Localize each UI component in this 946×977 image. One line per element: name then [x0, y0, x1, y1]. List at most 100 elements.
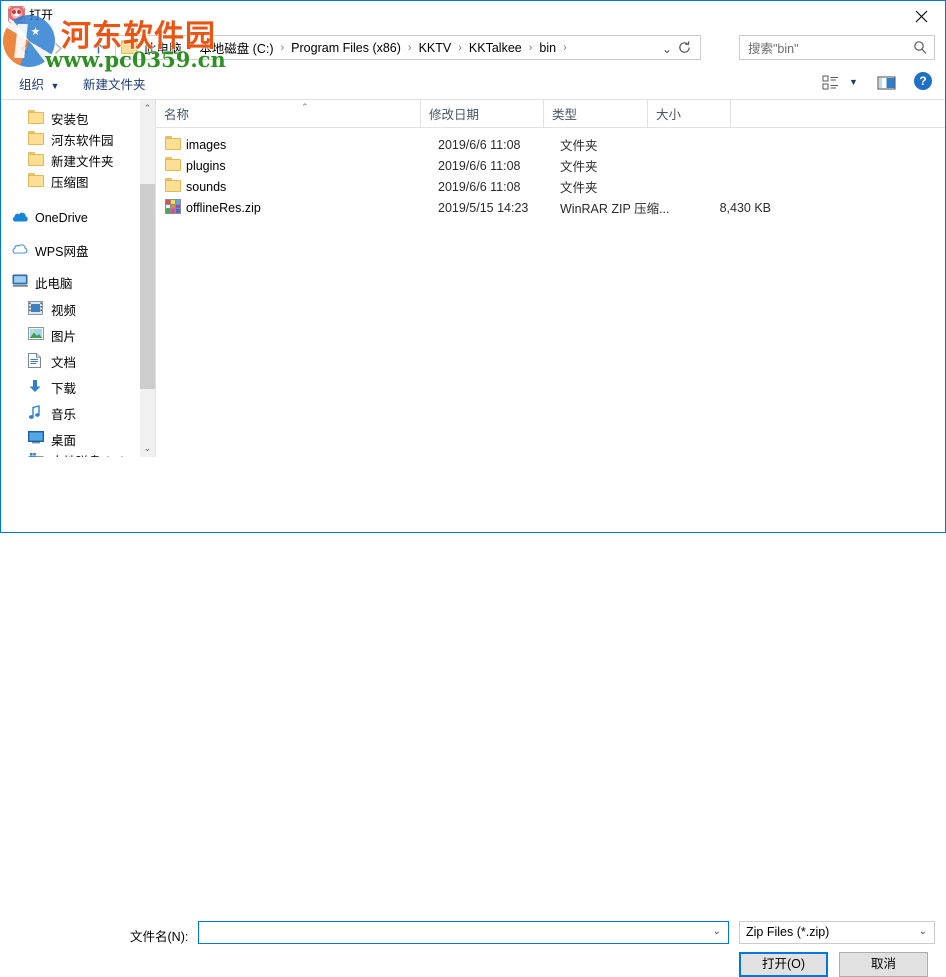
breadcrumb-item-1[interactable]: 本地磁盘 (C:) — [196, 38, 276, 57]
pictures-icon — [28, 327, 44, 343]
column-header-date[interactable]: 修改日期 — [421, 100, 544, 127]
file-date: 2019/5/15 14:23 — [438, 200, 529, 215]
sort-ascending-icon: ⌃ — [301, 102, 309, 112]
chevron-down-icon: ⌄ — [918, 926, 927, 937]
breadcrumb-item-0[interactable]: 此电脑 — [141, 38, 185, 57]
breadcrumb-separator: › — [188, 41, 193, 54]
search-input[interactable] — [746, 39, 905, 58]
view-options-caret[interactable]: ▼ — [849, 77, 858, 99]
chevron-down-icon[interactable]: ⌄ — [662, 42, 672, 56]
filename-field[interactable]: ⌄ — [198, 921, 729, 944]
address-bar[interactable]: 此电脑 › 本地磁盘 (C:) › Program Files (x86) › … — [115, 35, 701, 60]
file-name: plugins — [186, 158, 226, 173]
file-name: sounds — [186, 179, 227, 194]
folder-icon — [28, 173, 44, 189]
search-icon — [913, 40, 927, 58]
breadcrumb-separator: › — [458, 41, 462, 54]
file-list: 名称 ⌃ 修改日期 类型 大小 images 2019/6/6 11:08 文件… — [156, 100, 945, 457]
column-header-size[interactable]: 大小 — [648, 100, 731, 127]
zip-archive-icon — [165, 199, 182, 214]
title-bar: 打开 — [1, 1, 945, 30]
sidebar-item-music[interactable]: 音乐 — [28, 401, 154, 425]
close-icon — [915, 10, 928, 23]
file-type: 文件夹 — [560, 139, 598, 153]
filename-label: 文件名(N): — [130, 930, 189, 944]
column-header-type[interactable]: 类型 — [544, 100, 648, 127]
back-button[interactable] — [13, 36, 39, 61]
navigation-pane: 安装包 河东软件园 新建文件夹 压缩图 OneDrive WPS网盘 此电脑 视… — [2, 100, 154, 457]
arrow-left-icon — [20, 42, 29, 55]
table-row[interactable]: sounds 2019/6/6 11:08 文件夹 — [156, 176, 945, 197]
sidebar-item-label: 河东软件园 — [51, 133, 114, 148]
breadcrumb-item-2[interactable]: Program Files (x86) — [288, 41, 404, 55]
filename-input[interactable] — [203, 924, 702, 943]
desktop-icon — [28, 431, 44, 447]
sidebar-item-wps-cloud[interactable]: WPS网盘 — [12, 238, 148, 262]
view-list-icon — [822, 75, 838, 90]
folder-icon — [28, 152, 44, 168]
open-button[interactable]: 打开(O) — [739, 952, 828, 977]
new-folder-button[interactable]: 新建文件夹 — [83, 74, 146, 94]
open-file-dialog: 打开 此电脑 › 本地磁盘 (C:) › Program Files (x86)… — [0, 0, 946, 977]
preview-pane-button[interactable] — [876, 73, 898, 95]
chevron-down-icon: ▼ — [50, 81, 60, 91]
up-button[interactable] — [86, 36, 112, 61]
breadcrumb-item-4[interactable]: KKTalkee — [466, 41, 525, 55]
scrollbar-thumb[interactable] — [140, 184, 155, 389]
chevron-down-icon[interactable]: ⌄ — [713, 926, 721, 937]
refresh-button[interactable] — [677, 40, 695, 56]
file-type-select[interactable]: Zip Files (*.zip) ⌄ — [739, 921, 935, 944]
sidebar-item-compressed[interactable]: 压缩图 — [28, 169, 154, 193]
wps-cloud-icon — [12, 242, 28, 258]
cancel-button[interactable]: 取消 — [839, 952, 928, 977]
arrow-right-icon — [54, 42, 63, 55]
file-name: images — [186, 137, 227, 152]
sidebar-item-label: 下载 — [51, 381, 77, 396]
breadcrumb: 此电脑 › 本地磁盘 (C:) › Program Files (x86) › … — [141, 36, 571, 59]
sidebar-item-label: 音乐 — [51, 407, 77, 422]
sidebar-item-this-pc[interactable]: 此电脑 — [12, 270, 148, 294]
search-box[interactable] — [739, 35, 935, 60]
sidebar-item-downloads[interactable]: 下载 — [28, 375, 154, 399]
table-row[interactable]: plugins 2019/6/6 11:08 文件夹 — [156, 155, 945, 176]
address-folder-icon — [121, 40, 137, 54]
command-bar: 组织 ▼ 新建文件夹 ▼ ? — [1, 67, 945, 100]
this-pc-icon — [12, 274, 28, 290]
help-button[interactable]: ? — [914, 72, 932, 90]
column-header-name[interactable]: 名称 ⌃ — [156, 100, 421, 127]
navigation-pane-scrollbar[interactable]: ⌃ ⌄ — [140, 100, 155, 457]
sidebar-item-videos[interactable]: 视频 — [28, 297, 154, 321]
sidebar-item-label: OneDrive — [35, 211, 88, 225]
file-date: 2019/6/6 11:08 — [438, 179, 521, 194]
file-type: 文件夹 — [560, 160, 598, 174]
close-button[interactable] — [900, 1, 945, 30]
breadcrumb-separator: › — [528, 41, 533, 54]
scroll-up-arrow-icon[interactable]: ⌃ — [140, 100, 155, 117]
table-row[interactable]: images 2019/6/6 11:08 文件夹 — [156, 134, 945, 155]
sidebar-item-label: WPS网盘 — [35, 244, 89, 259]
breadcrumb-separator: › — [407, 41, 412, 54]
breadcrumb-separator: › — [280, 41, 285, 54]
scroll-down-arrow-icon[interactable]: ⌄ — [140, 440, 155, 457]
forward-button[interactable] — [45, 36, 71, 61]
onedrive-icon — [12, 210, 28, 226]
folder-icon — [165, 157, 182, 172]
header-divider — [156, 127, 945, 128]
sidebar-item-label: 图片 — [51, 329, 77, 344]
navigation-bar: 此电脑 › 本地磁盘 (C:) › Program Files (x86) › … — [1, 30, 945, 67]
folder-icon — [165, 136, 182, 151]
sidebar-item-label: 新建文件夹 — [51, 154, 114, 169]
sidebar-item-documents[interactable]: 文档 — [28, 349, 154, 373]
sidebar-item-onedrive[interactable]: OneDrive — [12, 206, 148, 230]
sidebar-item-pictures[interactable]: 图片 — [28, 323, 154, 347]
window-title: 打开 — [29, 8, 54, 22]
breadcrumb-item-3[interactable]: KKTV — [416, 41, 455, 55]
sidebar-item-label: 压缩图 — [51, 175, 89, 190]
sidebar-item-local-disk-c[interactable]: 本地磁盘 (C:) — [28, 448, 154, 457]
breadcrumb-item-5[interactable]: bin — [536, 41, 559, 55]
view-options-button[interactable] — [821, 73, 841, 95]
table-row[interactable]: offlineRes.zip 2019/5/15 14:23 WinRAR ZI… — [156, 197, 945, 218]
file-date: 2019/6/6 11:08 — [438, 158, 521, 173]
arrow-up-icon — [93, 42, 104, 54]
organize-button[interactable]: 组织 ▼ — [19, 74, 59, 94]
